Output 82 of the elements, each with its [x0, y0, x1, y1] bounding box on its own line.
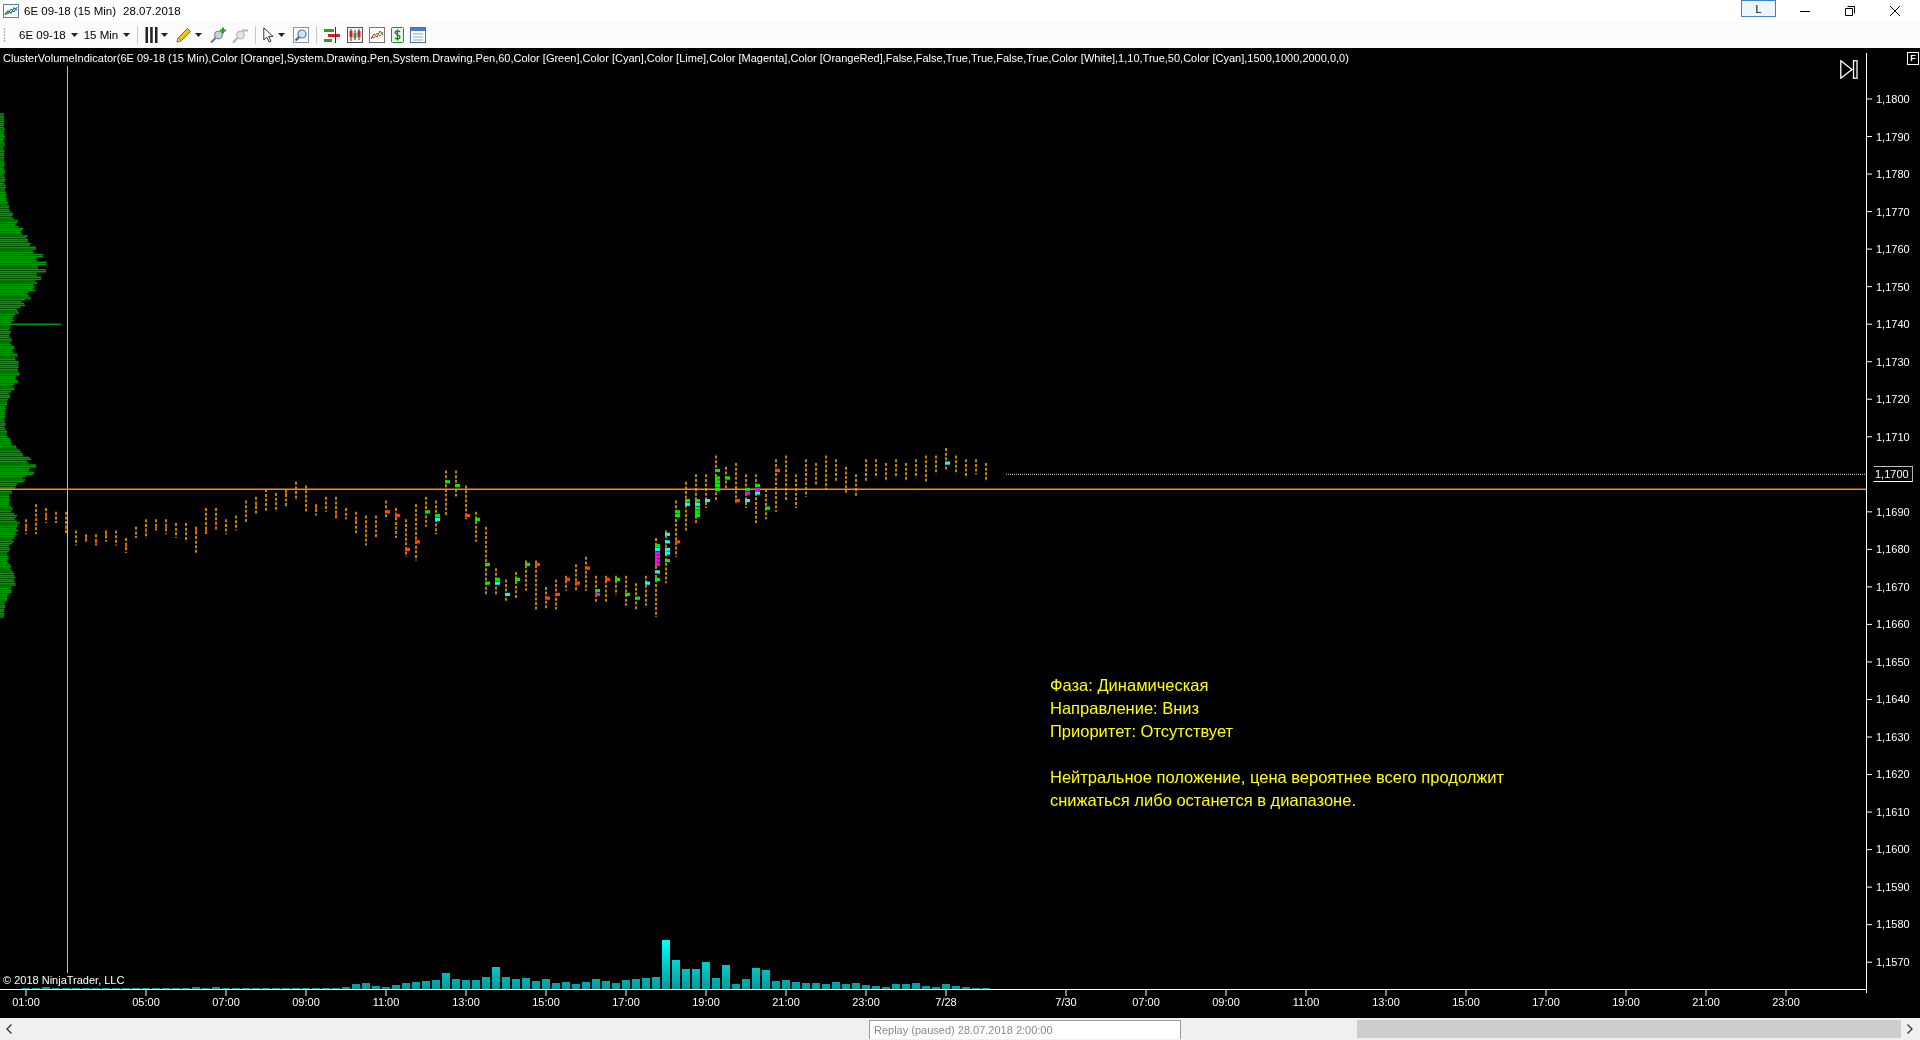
price-label: 1,1680 — [1876, 542, 1910, 557]
price-label: 1,1660 — [1876, 617, 1910, 632]
interval-dropdown[interactable]: 15 Min — [80, 27, 134, 43]
window-date: 28.07.2018 — [123, 5, 181, 17]
price-label: 1,1670 — [1876, 579, 1910, 594]
time-label: 13:00 — [452, 996, 480, 1008]
price-label: 1,1760 — [1876, 242, 1910, 257]
time-label: 7/28 — [935, 996, 957, 1008]
price-label: 1,1690 — [1876, 504, 1910, 519]
corner-button[interactable]: F — [1907, 52, 1919, 65]
price-label: 1,1800 — [1876, 92, 1910, 106]
replay-tooltip: Replay (paused) 28.07.2018 2:00:00 — [869, 1020, 1181, 1039]
chevron-right-icon[interactable] — [1907, 1024, 1913, 1034]
magnifier-plus-icon[interactable] — [210, 27, 227, 43]
cursor-icon[interactable] — [263, 27, 276, 43]
candlestick-icon[interactable] — [347, 27, 364, 43]
time-label: 11:00 — [372, 996, 400, 1008]
title-bar-button[interactable]: L — [1741, 0, 1776, 17]
time-label: 07:00 — [1132, 996, 1160, 1008]
price-label: 1,1790 — [1876, 129, 1910, 144]
time-label: 13:00 — [1372, 996, 1400, 1008]
price-label: 1,1750 — [1876, 279, 1910, 294]
price-label: 1,1720 — [1876, 392, 1910, 407]
scrollbar-thumb[interactable] — [1357, 1020, 1901, 1038]
minimize-icon — [1799, 10, 1810, 12]
indicator-label: ClusterVolumeIndicator(6E 09-18 (15 Min),Color [Orange],System.Drawing.Pen,System.Drawing.Pen,60,Color [Green],Color [Cyan],Color [Lime],Color [Magenta],Color [OrangeRed],False,False,True,True,False,True,Color [White],1,10,True,50,Color [Cyan],1500,1000,2000,0,0) — [3, 52, 1349, 64]
price-label: 1,1570 — [1876, 954, 1910, 969]
pencil-icon[interactable] — [176, 27, 193, 43]
analysis-paragraph: Нейтральное положение, цена вероятнее всего продолжит снижаться либо останется в диапазоне. — [1050, 767, 1506, 811]
price-label: 1,1780 — [1876, 167, 1910, 181]
price-label: 1,1620 — [1876, 767, 1910, 782]
time-label: 21:00 — [772, 996, 800, 1008]
price-label: 1,1730 — [1876, 354, 1910, 369]
time-label: 07:00 — [212, 996, 240, 1008]
price-label: 1,1590 — [1876, 879, 1910, 894]
price-label: 1,1650 — [1876, 654, 1910, 669]
caret-icon — [70, 33, 78, 37]
time-label: 19:00 — [1612, 996, 1640, 1008]
price-label: 1,1710 — [1876, 429, 1910, 444]
time-label: 17:00 — [1532, 996, 1560, 1008]
skip-to-end-icon[interactable] — [1840, 60, 1858, 79]
analysis-line: Фаза: Динамическая — [1050, 675, 1209, 696]
analysis-line: Направление: Вниз — [1050, 698, 1200, 719]
time-label: 11:00 — [1292, 996, 1320, 1008]
bars-icon[interactable] — [145, 27, 159, 43]
analysis-line: Приоритет: Отсутствует — [1050, 721, 1234, 742]
close-icon — [1889, 6, 1900, 16]
price-label: 1,1580 — [1876, 917, 1910, 932]
time-label: 15:00 — [532, 996, 560, 1008]
instrument-dropdown[interactable]: 6E 09-18 — [16, 27, 81, 43]
time-label: 21:00 — [1692, 996, 1720, 1008]
time-label: 09:00 — [292, 996, 320, 1008]
time-label: 7/30 — [1055, 996, 1077, 1008]
time-label: 19:00 — [692, 996, 720, 1008]
time-label: 23:00 — [852, 996, 880, 1008]
time-label: 17:00 — [612, 996, 640, 1008]
caret-icon[interactable] — [161, 33, 169, 37]
time-label: 05:00 — [132, 996, 160, 1008]
caret-icon[interactable] — [278, 33, 286, 37]
chart-icon — [3, 4, 19, 18]
caret-icon[interactable] — [195, 33, 203, 37]
time-label: 23:00 — [1772, 996, 1800, 1008]
dollar-icon[interactable] — [391, 27, 405, 43]
time-label: 15:00 — [1452, 996, 1480, 1008]
price-label: 1,1610 — [1876, 804, 1910, 819]
time-label: 01:00 — [12, 996, 40, 1008]
window-title: 6E 09-18 (15 Min) — [24, 5, 117, 17]
color-bars-icon[interactable] — [324, 27, 342, 43]
restore-icon — [1844, 6, 1855, 16]
chevron-left-icon[interactable] — [6, 1024, 12, 1034]
price-label: 1,1740 — [1876, 317, 1910, 332]
grip-icon[interactable] — [3, 27, 6, 43]
caret-icon — [123, 33, 131, 37]
price-label: 1,1630 — [1876, 729, 1910, 744]
zoom-icon[interactable] — [293, 27, 310, 43]
line-chart-icon[interactable] — [369, 27, 386, 43]
copyright-text: © 2018 NinjaTrader, LLC — [3, 974, 125, 986]
time-label: 09:00 — [1212, 996, 1240, 1008]
price-label: 1,1770 — [1876, 204, 1910, 219]
price-label: 1,1640 — [1876, 692, 1910, 707]
table-icon[interactable] — [410, 27, 427, 43]
price-label: 1,1600 — [1876, 842, 1910, 857]
